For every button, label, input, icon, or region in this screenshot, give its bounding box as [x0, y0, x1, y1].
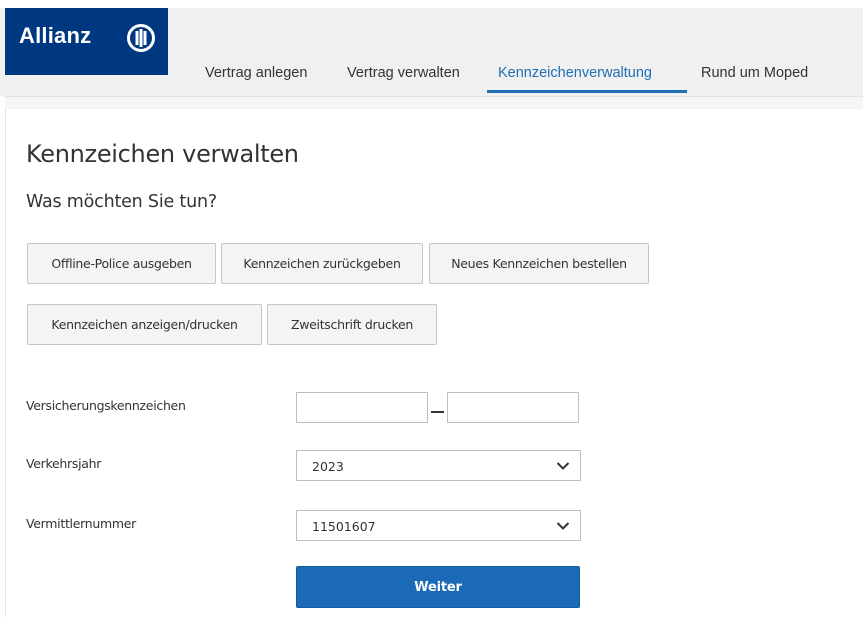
- zweitschrift-drucken-button[interactable]: Zweitschrift drucken: [267, 304, 437, 345]
- allianz-logo[interactable]: Allianz: [5, 8, 168, 75]
- page-subtitle: Was möchten Sie tun?: [26, 192, 217, 212]
- verkehrsjahr-select[interactable]: 2023: [296, 450, 581, 481]
- chevron-down-icon: [556, 462, 570, 470]
- kennzeichen-zurueckgeben-button[interactable]: Kennzeichen zurückgeben: [221, 243, 423, 284]
- logo-text: Allianz: [19, 23, 92, 48]
- vermittlernummer-value: 11501607: [312, 519, 376, 534]
- kennzeichen-separator: [431, 411, 444, 413]
- neues-kennzeichen-bestellen-button[interactable]: Neues Kennzeichen bestellen: [429, 243, 649, 284]
- chevron-down-icon: [556, 522, 570, 530]
- top-margin: [0, 0, 863, 8]
- allianz-eagle-icon: [127, 24, 155, 52]
- nav-item-kennzeichenverwaltung[interactable]: Kennzeichenverwaltung: [498, 65, 652, 81]
- versicherungskennzeichen-part1-input[interactable]: [296, 392, 428, 423]
- vermittlernummer-label: Vermittlernummer: [26, 516, 136, 531]
- verkehrsjahr-value: 2023: [312, 459, 344, 474]
- active-tab-indicator: [487, 90, 687, 93]
- weiter-button[interactable]: Weiter: [296, 566, 580, 608]
- nav-item-rund-um-moped[interactable]: Rund um Moped: [701, 65, 808, 81]
- kennzeichen-anzeigen-drucken-button[interactable]: Kennzeichen anzeigen/drucken: [27, 304, 262, 345]
- sub-bar: [5, 96, 863, 109]
- nav-item-vertrag-verwalten[interactable]: Vertrag verwalten: [347, 65, 460, 81]
- versicherungskennzeichen-part2-input[interactable]: [447, 392, 579, 423]
- offline-police-button[interactable]: Offline-Police ausgeben: [27, 243, 216, 284]
- vermittlernummer-select[interactable]: 11501607: [296, 510, 581, 541]
- nav-item-vertrag-anlegen[interactable]: Vertrag anlegen: [205, 65, 307, 81]
- left-divider: [5, 108, 6, 617]
- page-title: Kennzeichen verwalten: [26, 140, 299, 168]
- versicherungskennzeichen-label: Versicherungskennzeichen: [26, 398, 186, 413]
- verkehrsjahr-label: Verkehrsjahr: [26, 456, 102, 471]
